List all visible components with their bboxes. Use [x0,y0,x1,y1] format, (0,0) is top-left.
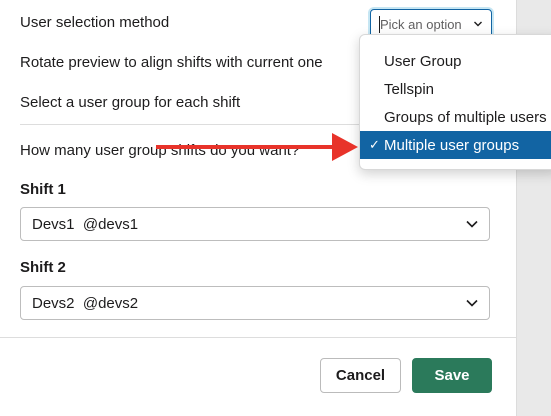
annotation-arrow-shaft [156,145,336,149]
save-button[interactable]: Save [412,358,492,393]
footer-divider [0,337,516,338]
shift-1-value: Devs1 @devs1 [32,216,139,233]
shift-1-title: Shift 1 [20,181,66,198]
cancel-button[interactable]: Cancel [320,358,401,393]
option-groups-of-multiple-users[interactable]: Groups of multiple users [360,103,551,131]
picker-dropdown-menu: User Group Tellspin Groups of multiple u… [359,34,551,170]
shift-2-select[interactable]: Devs2 @devs2 [20,286,490,320]
shift-2-title: Shift 2 [20,259,66,276]
picker-placeholder: Pick an option [380,17,462,32]
option-user-group[interactable]: User Group [360,47,551,75]
shift-2-value: Devs2 @devs2 [32,295,139,312]
option-label: Multiple user groups [384,137,520,154]
option-multiple-user-groups[interactable]: ✓ Multiple user groups [360,131,551,159]
option-tellspin[interactable]: Tellspin [360,75,551,103]
user-selection-method-label: User selection method [20,14,170,31]
annotation-arrow-icon [332,133,358,161]
check-icon: ✓ [369,137,380,152]
option-label: Tellspin [384,81,435,98]
chevron-down-icon [466,220,478,228]
rotate-preview-label: Rotate preview to align shifts with curr… [20,54,323,71]
select-user-group-label: Select a user group for each shift [20,94,241,111]
option-label: User Group [384,53,462,70]
shift-1-select[interactable]: Devs1 @devs1 [20,207,490,241]
option-label: Groups of multiple users [384,109,547,126]
chevron-down-icon [466,299,478,307]
chevron-down-icon [474,21,482,27]
